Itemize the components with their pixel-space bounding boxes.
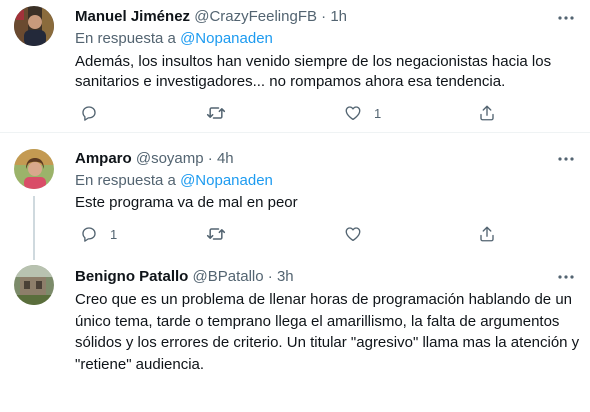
author-handle[interactable]: @CrazyFeelingFB	[194, 8, 317, 25]
retweet-icon	[206, 228, 226, 240]
share-button[interactable]	[478, 103, 496, 123]
reply-icon	[82, 227, 96, 242]
tweet-text: Creo que es un problema de llenar horas …	[75, 291, 580, 373]
like-button[interactable]	[344, 224, 374, 244]
author-handle[interactable]: @soyamp	[136, 150, 204, 167]
timestamp[interactable]: 3h	[277, 268, 294, 285]
reply-count: 1	[110, 226, 118, 242]
author-name[interactable]: Benigno Patallo	[75, 268, 188, 285]
tweet-3[interactable]: Benigno Patallo @BPatallo · 3h Creo que …	[0, 260, 590, 412]
reply-icon	[82, 106, 96, 121]
tweet-header: Amparo @soyamp · 4h	[75, 149, 234, 169]
timestamp[interactable]: 1h	[330, 8, 347, 25]
more-icon[interactable]	[556, 149, 576, 169]
tweet-header: Manuel Jiménez @CrazyFeelingFB · 1h	[75, 7, 347, 27]
reply-mention-link[interactable]: @Nopanaden	[180, 172, 273, 189]
reply-mention-link[interactable]: @Nopanaden	[180, 30, 273, 47]
separator: ·	[321, 8, 327, 25]
reply-button[interactable]	[80, 103, 110, 123]
tweet-2[interactable]: Amparo @soyamp · 4h En respuesta a @Nopa…	[0, 133, 590, 260]
tweet-header: Benigno Patallo @BPatallo · 3h	[75, 267, 294, 287]
avatar[interactable]	[14, 6, 54, 46]
timestamp[interactable]: 4h	[217, 150, 234, 167]
share-button[interactable]	[478, 224, 496, 244]
avatar[interactable]	[14, 149, 54, 189]
share-icon	[480, 105, 494, 121]
share-icon	[480, 226, 494, 242]
separator: ·	[267, 268, 273, 285]
tweet-text: Este programa va de mal en peor	[75, 194, 298, 211]
avatar[interactable]	[14, 265, 54, 305]
reply-prefix: En respuesta a	[75, 30, 176, 47]
tweet-text: Además, los insultos han venido siempre …	[75, 53, 552, 90]
action-bar: 1	[75, 224, 575, 244]
author-name[interactable]: Amparo	[75, 150, 132, 167]
author-handle[interactable]: @BPatallo	[193, 268, 264, 285]
like-button[interactable]: 1	[344, 103, 381, 123]
retweet-button[interactable]	[206, 224, 238, 244]
author-name[interactable]: Manuel Jiménez	[75, 8, 190, 25]
reply-context: En respuesta a @Nopanaden	[75, 29, 273, 49]
like-icon	[345, 106, 361, 121]
separator: ·	[207, 150, 213, 167]
action-bar: 1	[75, 103, 575, 123]
like-count: 1	[374, 105, 382, 121]
more-icon[interactable]	[556, 8, 576, 28]
reply-context: En respuesta a @Nopanaden	[75, 171, 273, 191]
retweet-icon	[206, 107, 226, 119]
like-icon	[345, 227, 361, 242]
retweet-button[interactable]	[206, 103, 238, 123]
more-icon[interactable]	[556, 267, 576, 287]
reply-button[interactable]: 1	[80, 224, 117, 244]
reply-prefix: En respuesta a	[75, 172, 176, 189]
tweet-1[interactable]: Manuel Jiménez @CrazyFeelingFB · 1h En r…	[0, 0, 590, 132]
